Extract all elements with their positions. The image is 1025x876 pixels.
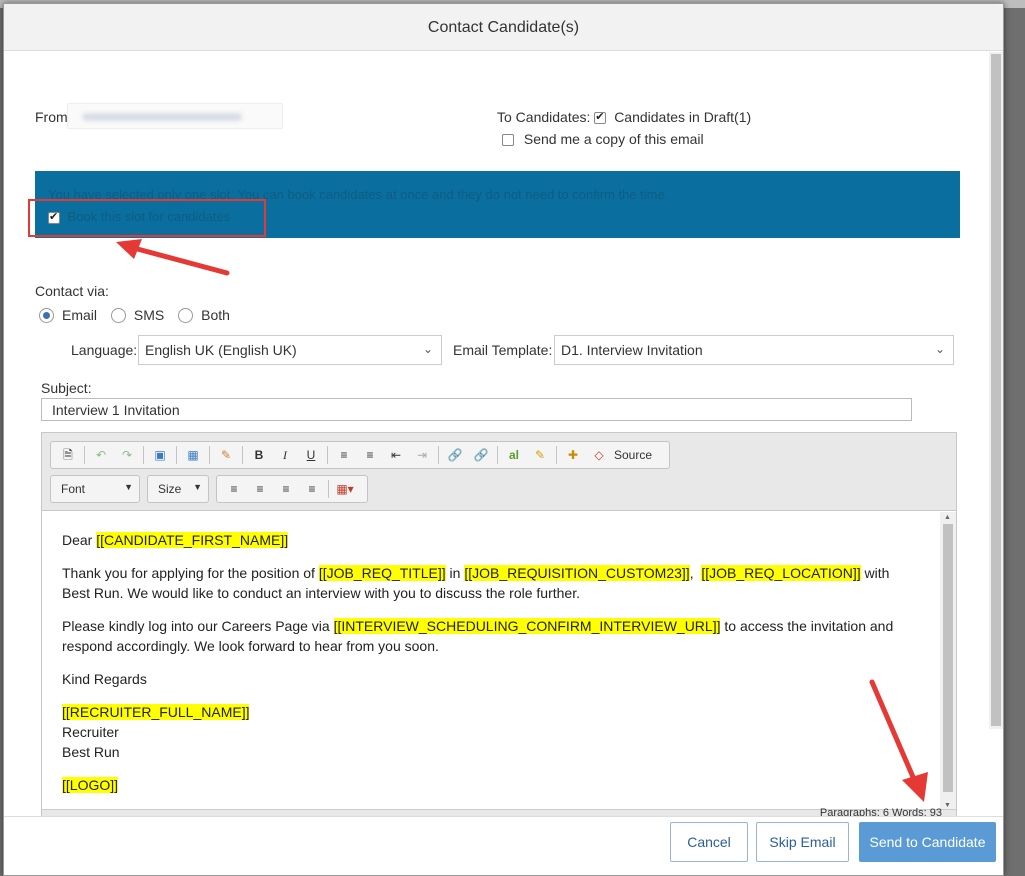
placeholder-job-title: [[JOB_REQ_TITLE]] (318, 565, 446, 581)
language-label: Language: (71, 342, 138, 358)
placeholder-recruiter: [[RECRUITER_FULL_NAME]] (62, 704, 250, 720)
source-label[interactable]: Source (614, 448, 652, 462)
align-left-icon[interactable]: ≡ (223, 479, 245, 499)
radio-email-label: Email (62, 307, 98, 324)
outdent-icon[interactable]: ⇤ (385, 445, 407, 465)
underline-icon[interactable]: U (300, 445, 322, 465)
placeholder-interview-url: [[INTERVIEW_SCHEDULING_CONFIRM_INTERVIEW… (333, 618, 721, 634)
edit-icon[interactable]: ✎ (215, 445, 237, 465)
scroll-down-icon[interactable]: ▼ (944, 802, 951, 809)
spellcheck-icon[interactable]: a​l (503, 445, 525, 465)
radio-both[interactable] (178, 307, 194, 323)
dialog-scroll-thumb[interactable] (991, 54, 1001, 726)
email-editor: 🗎 ↶ ↷ ▣ ▦ ✎ B I U ≡ ≡ ⇤ ⇥ 🔗 (41, 432, 957, 819)
placeholder-location: [[JOB_REQ_LOCATION]] (701, 565, 861, 581)
contact-via-label: Contact via: (35, 283, 109, 299)
email-template-select[interactable]: D1. Interview Invitation ⌄ (554, 335, 954, 365)
send-copy-checkbox[interactable] (502, 134, 514, 147)
link-icon[interactable]: 🔗 (444, 445, 466, 465)
toolbar-row-1: 🗎 ↶ ↷ ▣ ▦ ✎ B I U ≡ ≡ ⇤ ⇥ 🔗 (50, 441, 670, 469)
radio-sms-label: SMS (133, 307, 165, 324)
radio-sms[interactable] (110, 307, 126, 323)
italic-icon[interactable]: I (274, 445, 296, 465)
toolbar-row-2: ≡ ≡ ≡ ≡ ▦▾ (216, 475, 368, 503)
image-icon[interactable]: ▣ (149, 445, 171, 465)
chevron-down-icon: ⌄ (422, 342, 433, 356)
email-template-label: Email Template: (453, 342, 553, 358)
align-center-icon[interactable]: ≡ (249, 479, 271, 499)
bold-icon[interactable]: B (248, 445, 270, 465)
bullet-list-icon[interactable]: ≡ (359, 445, 381, 465)
unlink-icon[interactable]: 🔗 (470, 445, 492, 465)
dialog-footer (4, 816, 1003, 875)
email-body[interactable]: Dear [[CANDIDATE_FIRST_NAME]] Thank you … (42, 512, 940, 810)
editor-scroll-thumb[interactable] (943, 524, 953, 792)
from-label: From (35, 109, 68, 125)
annotation-arrow-left (116, 239, 230, 276)
body-paragraph-2: Please kindly log into our Careers Page … (62, 618, 894, 654)
justify-icon[interactable]: ≡ (301, 479, 323, 499)
caret-down-icon: ▼ (124, 482, 133, 492)
numbered-list-icon[interactable]: ≡ (333, 445, 355, 465)
signature-role: Recruiter (62, 724, 119, 740)
candidates-draft-checkbox[interactable] (594, 110, 607, 125)
chevron-down-icon: ⌄ (934, 342, 945, 356)
language-select[interactable]: English UK (English UK) ⌄ (138, 335, 442, 365)
placeholder-first-name: [[CANDIDATE_FIRST_NAME]] (96, 532, 289, 548)
size-select[interactable]: Size ▼ (147, 475, 209, 503)
send-copy-label: Send me a copy of this email (523, 131, 704, 147)
annotation-arrow-down (869, 679, 928, 802)
scroll-up-icon[interactable]: ▲ (944, 514, 951, 521)
subject-input[interactable] (41, 398, 912, 421)
size-select-label: Size (158, 482, 182, 496)
redacted-email (82, 113, 242, 121)
editor-scrollbar[interactable]: ▲ ▼ (940, 512, 956, 811)
body-signature: [[RECRUITER_FULL_NAME]] Recruiter Best Run (62, 702, 920, 762)
radio-email[interactable] (39, 307, 54, 323)
from-field[interactable] (67, 103, 283, 129)
send-copy-row: Send me a copy of this email (502, 131, 704, 147)
body-logo: [[LOGO]] (62, 775, 920, 795)
dialog-title: Contact Candidate(s) (4, 4, 1003, 51)
send-to-candidate-button[interactable]: Send to Candidate (859, 822, 996, 862)
caret-down-icon: ▼ (193, 482, 202, 492)
to-candidates-label: To Candidates: (497, 109, 591, 125)
signature-company: Best Run (62, 744, 120, 760)
font-select[interactable]: Font ▼ (50, 475, 140, 503)
body-greeting: Dear [[CANDIDATE_FIRST_NAME]] (62, 532, 289, 548)
body-paragraph-1: Thank you for applying for the position … (62, 565, 890, 601)
table-icon[interactable]: ▦ (182, 445, 204, 465)
text-color-icon[interactable]: ▦▾ (334, 479, 356, 499)
dialog-scrollbar[interactable] (989, 52, 1003, 729)
candidates-draft-label: Candidates in Draft(1) (614, 109, 752, 125)
preview-icon[interactable]: 🗎 (57, 445, 79, 465)
highlight-icon[interactable]: ✎ (529, 445, 551, 465)
indent-icon[interactable]: ⇥ (411, 445, 433, 465)
redo-icon[interactable]: ↷ (116, 445, 138, 465)
cancel-button[interactable]: Cancel (670, 822, 748, 862)
language-value: English UK (English UK) (145, 342, 297, 358)
placeholder-custom23: [[JOB_REQUISITION_CUSTOM23]] (464, 565, 690, 581)
contact-via-options: Email SMS Both (39, 306, 240, 323)
align-right-icon[interactable]: ≡ (275, 479, 297, 499)
undo-icon[interactable]: ↶ (90, 445, 112, 465)
subject-label: Subject: (41, 380, 92, 396)
insert-field-icon[interactable]: ✚ (562, 445, 584, 465)
source-icon[interactable]: ◇ (588, 445, 610, 465)
body-regards: Kind Regards (62, 671, 147, 687)
to-candidates-row: To Candidates: Candidates in Draft(1) (497, 109, 751, 125)
contact-candidate-dialog: Contact Candidate(s) From To Candidates:… (3, 3, 1004, 876)
placeholder-logo: [[LOGO]] (62, 777, 119, 793)
font-select-label: Font (61, 482, 86, 496)
radio-both-label: Both (201, 307, 230, 324)
annotation-highlight-box (28, 199, 266, 237)
editor-toolbar: 🗎 ↶ ↷ ▣ ▦ ✎ B I U ≡ ≡ ⇤ ⇥ 🔗 (42, 433, 956, 511)
skip-email-button[interactable]: Skip Email (756, 822, 849, 862)
email-template-value: D1. Interview Invitation (561, 342, 703, 358)
